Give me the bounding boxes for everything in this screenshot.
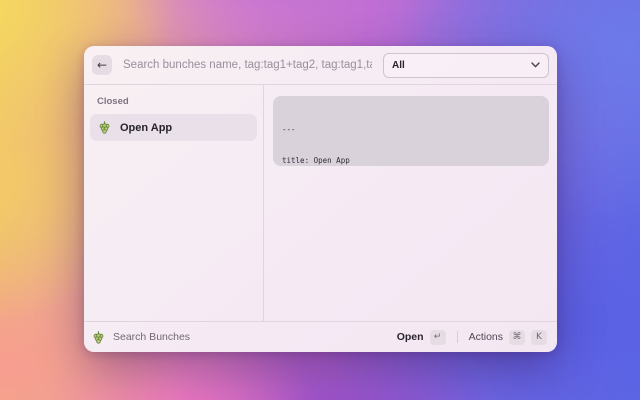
footer-app: Search Bunches	[92, 331, 388, 344]
footer-app-name: Search Bunches	[113, 331, 190, 343]
return-key-icon: ↵	[430, 330, 446, 345]
list-item-label: Open App	[120, 122, 172, 134]
section-header-closed: Closed	[97, 96, 257, 107]
code-block: --- title: Open App tag: Test ---	[273, 96, 549, 166]
footer: Search Bunches Open ↵ Actions ⌘ K	[84, 321, 557, 352]
back-arrow-icon: ←	[97, 59, 107, 71]
code-line: ---	[282, 125, 540, 135]
footer-divider	[457, 331, 458, 343]
k-key-icon: K	[531, 330, 547, 345]
chevron-down-icon	[531, 62, 540, 68]
search-input[interactable]	[121, 58, 374, 72]
header: ← All	[84, 46, 557, 84]
open-action-button[interactable]: Open ↵	[395, 328, 448, 347]
grapes-icon	[98, 121, 111, 134]
open-action-label: Open	[397, 331, 424, 343]
back-button[interactable]: ←	[92, 55, 112, 75]
app-window: ← All Closed Open A	[84, 46, 557, 352]
results-list-panel: Closed Open App	[84, 85, 263, 321]
list-item-open-app[interactable]: Open App	[90, 114, 257, 141]
actions-menu-label: Actions	[469, 331, 503, 343]
code-line: title: Open App	[282, 156, 540, 166]
filter-dropdown[interactable]: All	[383, 53, 549, 78]
content-area: Closed Open App --- title: Open App tag:	[84, 85, 557, 321]
detail-panel: --- title: Open App tag: Test ---	[263, 85, 557, 321]
actions-menu-button[interactable]: Actions ⌘ K	[467, 328, 549, 347]
grapes-icon	[92, 331, 105, 344]
filter-dropdown-value: All	[392, 60, 405, 71]
cmd-key-icon: ⌘	[509, 330, 525, 345]
